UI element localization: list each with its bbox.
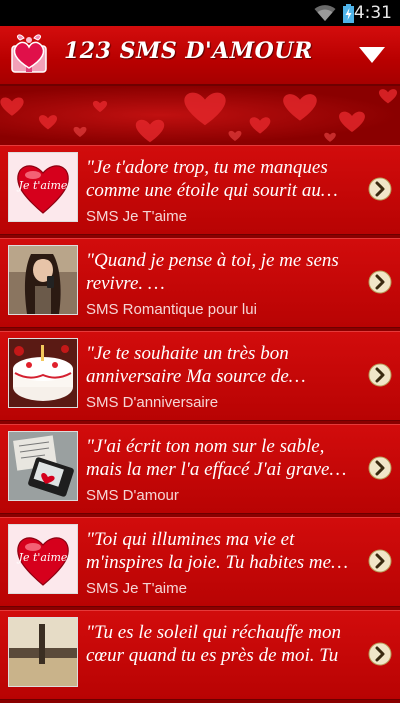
category-label: SMS Je T'aime [86,208,187,225]
message-preview: "Toi qui illumines ma vie et m'inspires … [86,528,366,574]
heart-gift-box-icon[interactable] [6,30,52,78]
message-preview: "Je te souhaite un très bon anniversaire… [86,342,366,388]
chevron-right-icon[interactable] [368,642,392,666]
message-line-2: anniversaire Ma source de… [86,366,306,387]
list-item[interactable]: "Tu es le soleil qui réchauffe mon cœur … [0,610,400,700]
app-header: 123 SMS D'AMOUR [0,26,400,86]
thumbnail: Je t'aime [8,524,78,594]
message-line-2: comme une étoile qui sourit au… [86,180,338,201]
category-label: SMS Romantique pour lui [86,301,257,318]
list-item[interactable]: "J'ai écrit ton nom sur le sable, mais l… [0,424,400,514]
status-time: 4:31 [353,3,392,23]
message-line-1: "Quand je pense à toi, je me sens [86,250,339,271]
sms-list: Je t'aime "Je t'adore trop, tu me manque… [0,145,400,703]
message-line-1: "Je te souhaite un très bon [86,343,289,364]
chevron-right-icon[interactable] [368,177,392,201]
message-preview: "Je t'adore trop, tu me manques comme un… [86,156,366,202]
list-item[interactable]: Je t'aime "Je t'adore trop, tu me manque… [0,145,400,235]
app-title: 123 SMS D'AMOUR [64,38,313,64]
message-preview: "Tu es le soleil qui réchauffe mon cœur … [86,621,366,667]
hearts-banner [0,86,400,144]
category-label: SMS Je T'aime [86,580,187,597]
thumbnail [8,245,78,315]
message-preview: "J'ai écrit ton nom sur le sable, mais l… [86,435,366,481]
chevron-right-icon[interactable] [368,456,392,480]
hearts-decoration [0,89,398,143]
thumbnail [8,338,78,408]
thumbnail-text: Je t'aime [18,179,68,192]
message-line-2: mais la mer l'a effacé J'ai grave… [86,459,347,480]
message-line-1: "Je t'adore trop, tu me manques [86,157,328,178]
wifi-icon [314,5,336,21]
chevron-right-icon[interactable] [368,270,392,294]
thumbnail-text: Je t'aime [18,551,68,564]
chevron-right-icon[interactable] [368,363,392,387]
thumbnail: Je t'aime [8,152,78,222]
category-label: SMS D'amour [86,487,179,504]
battery-charging-icon [343,4,354,23]
message-line-1: "J'ai écrit ton nom sur le sable, [86,436,325,457]
category-label: SMS D'anniversaire [86,394,219,411]
thumbnail [8,431,78,501]
list-item[interactable]: "Je te souhaite un très bon anniversaire… [0,331,400,421]
message-line-1: "Tu es le soleil qui réchauffe mon [86,622,341,643]
chevron-right-icon[interactable] [368,549,392,573]
status-bar: 4:31 [0,0,400,26]
message-line-2: cœur quand tu es près de moi. Tu [86,645,339,666]
thumbnail [8,617,78,687]
message-line-2: revivre. … [86,273,165,294]
list-item[interactable]: "Quand je pense à toi, je me sens revivr… [0,238,400,328]
triangle-down-icon[interactable] [358,46,386,64]
message-line-2: m'inspires la joie. Tu habites me… [86,552,348,573]
message-line-1: "Toi qui illumines ma vie et [86,529,295,550]
message-preview: "Quand je pense à toi, je me sens revivr… [86,249,366,295]
list-item[interactable]: Je t'aime "Toi qui illumines ma vie et m… [0,517,400,607]
